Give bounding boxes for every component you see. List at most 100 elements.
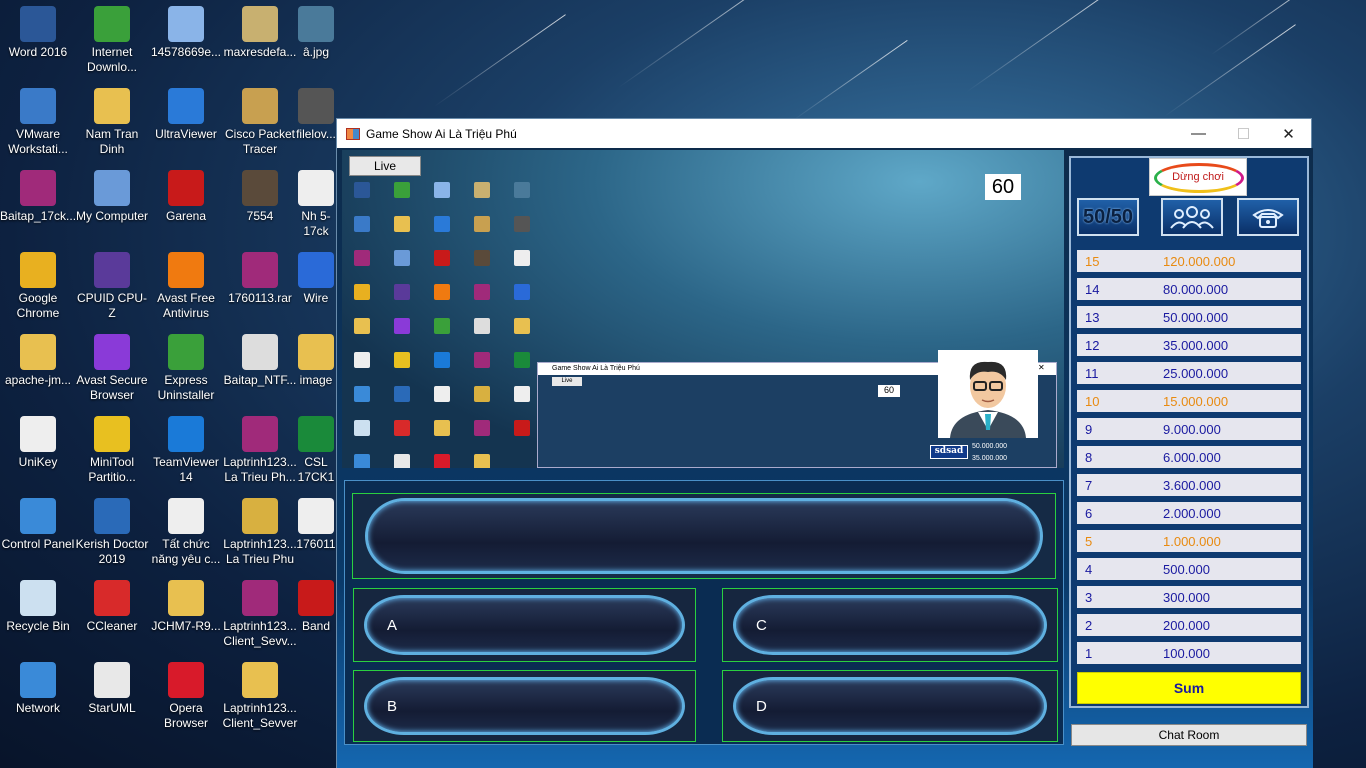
desktop-icon[interactable]: Network [0,656,76,716]
game-window: Game Show Ai Là Triệu Phú — ☐ ✕ Live 60 … [336,118,1313,768]
desktop-icon[interactable]: filelov... [296,82,336,142]
prize-amount: 9.000.000 [1163,421,1221,437]
desktop-icon[interactable]: 1760113.rar [222,246,298,306]
prize-panel: Dừng chơi 50/50 15 120.000.000 14 80.000… [1069,156,1309,708]
desktop-icon[interactable]: maxresdefa... [222,0,298,60]
desktop-icon[interactable]: StarUML [74,656,150,716]
desktop-icon[interactable]: Wire [296,246,336,306]
desktop-icon[interactable]: Recycle Bin [0,574,76,634]
desktop-icon-image [94,6,130,42]
desktop-icon[interactable]: Express Uninstaller [148,328,224,403]
desktop-icon[interactable]: Band [296,574,336,634]
desktop-icon[interactable]: Tất chức năng yêu c... [148,492,224,567]
prize-amount: 50.000.000 [1163,309,1229,325]
fifty-fifty-button[interactable]: 50/50 [1077,198,1139,236]
stream-desktop-icon [394,182,410,198]
desktop-icon-label: StarUML [88,701,136,715]
chat-room-button[interactable]: Chat Room [1071,724,1307,746]
desktop-icon[interactable]: Nh 5-17ck [296,164,336,239]
stop-playing-button[interactable]: Dừng chơi [1149,158,1247,196]
desktop-icon[interactable]: Cisco Packet Tracer [222,82,298,157]
stream-desktop-icon [474,182,490,198]
desktop-icon[interactable]: Nam Tran Dinh [74,82,150,157]
desktop-icon[interactable]: Internet Downlo... [74,0,150,75]
desktop-icon-label: Wire [303,291,329,305]
desktop-icon[interactable]: Word 2016 [0,0,76,60]
desktop-icon[interactable]: TeamViewer 14 [148,410,224,485]
desktop-icon[interactable]: Avast Secure Browser [74,328,150,403]
desktop-icon[interactable]: UniKey [0,410,76,470]
desktop-icon[interactable]: Laptrinh123... La Trieu Phu [222,492,298,567]
desktop-icon[interactable]: 14578669e... [148,0,224,60]
stream-desktop-icon [514,284,530,300]
desktop-icon[interactable]: UltraViewer [148,82,224,142]
stop-playing-label: Dừng chơi [1172,171,1224,183]
phone-a-friend-button[interactable] [1237,198,1299,236]
desktop-icon[interactable]: Avast Free Antivirus [148,246,224,321]
stream-desktop-icon [354,352,370,368]
desktop-icon[interactable]: Laptrinh123... Client_Sevv... [222,574,298,649]
answer-b-button[interactable]: B [353,670,696,742]
answer-d-button[interactable]: D [722,670,1058,742]
prize-ladder-row: 12 35.000.000 [1077,334,1301,356]
desktop-icon[interactable]: Laptrinh123... La Trieu Ph... [222,410,298,485]
stream-desktop-icon [434,284,450,300]
prize-amount: 200.000 [1163,617,1210,633]
desktop-icon[interactable]: My Computer [74,164,150,224]
desktop-icon-label: maxresdefa... [223,45,297,59]
desktop-icon[interactable]: CCleaner [74,574,150,634]
prize-ladder-row: 15 120.000.000 [1077,250,1301,272]
desktop-icon[interactable]: Garena [148,164,224,224]
countdown-timer: 60 [985,174,1021,200]
prize-ladder-row: 2 200.000 [1077,614,1301,636]
desktop-icon[interactable]: JCHM7-R9... [148,574,224,634]
ask-audience-button[interactable] [1161,198,1223,236]
nested-player-name: sdsad [930,445,968,459]
desktop-icon-image [242,170,278,206]
desktop-icon-label: filelov... [296,127,336,141]
desktop-icon-image [20,252,56,288]
desktop-icon[interactable]: CPUID CPU-Z [74,246,150,321]
desktop-icon-label: Google Chrome [16,291,60,320]
desktop-icon-label: Band [301,619,331,633]
desktop-icon-image [20,498,56,534]
player-avatar [938,350,1038,438]
desktop-icon[interactable]: Baitap_NTF... [222,328,298,388]
live-button[interactable]: Live [349,156,421,176]
window-titlebar[interactable]: Game Show Ai Là Triệu Phú — ☐ ✕ [337,119,1311,148]
desktop-icon[interactable]: Google Chrome [0,246,76,321]
desktop-icon[interactable]: Kerish Doctor 2019 [74,492,150,567]
desktop-icon-label: My Computer [75,209,149,223]
minimize-button[interactable]: — [1176,119,1221,148]
nested-prize-value: 50.000.000 [972,443,1008,450]
desktop-icon[interactable]: 176011 [296,492,336,552]
desktop-icon-label: Word 2016 [8,45,68,59]
prize-level-number: 1 [1085,645,1093,661]
desktop-icon[interactable]: image [296,328,336,388]
desktop-icon[interactable]: 7554 [222,164,298,224]
desktop-icon-image [20,580,56,616]
desktop-icon[interactable]: VMware Workstati... [0,82,76,157]
stream-desktop-icon [434,352,450,368]
desktop-icon-image [298,170,334,206]
desktop-icon[interactable]: Opera Browser [148,656,224,731]
desktop-icon[interactable]: Control Panel [0,492,76,552]
answer-c-button[interactable]: C [722,588,1058,662]
desktop-icon[interactable]: MiniTool Partitio... [74,410,150,485]
stream-desktop-thumbnail [342,150,542,468]
phone-icon [1252,209,1284,228]
answer-a-button[interactable]: A [353,588,696,662]
desktop-icon[interactable]: CSL 17CK1 [296,410,336,485]
prize-ladder-row: 11 25.000.000 [1077,362,1301,384]
prize-amount: 100.000 [1163,645,1210,661]
close-button[interactable]: ✕ [1266,119,1311,148]
prize-ladder-row: 3 300.000 [1077,586,1301,608]
sum-button[interactable]: Sum [1077,672,1301,704]
desktop-icon-label: Kerish Doctor 2019 [75,537,149,566]
desktop-icon[interactable]: Baitap_17ck... [0,164,76,224]
desktop-icon[interactable]: â.jpg [296,0,336,60]
desktop-icon-image [20,416,56,452]
desktop-icon[interactable]: Laptrinh123... Client_Sevver [222,656,298,731]
desktop-icon[interactable]: apache-jm... [0,328,76,388]
prize-ladder-row: 5 1.000.000 [1077,530,1301,552]
